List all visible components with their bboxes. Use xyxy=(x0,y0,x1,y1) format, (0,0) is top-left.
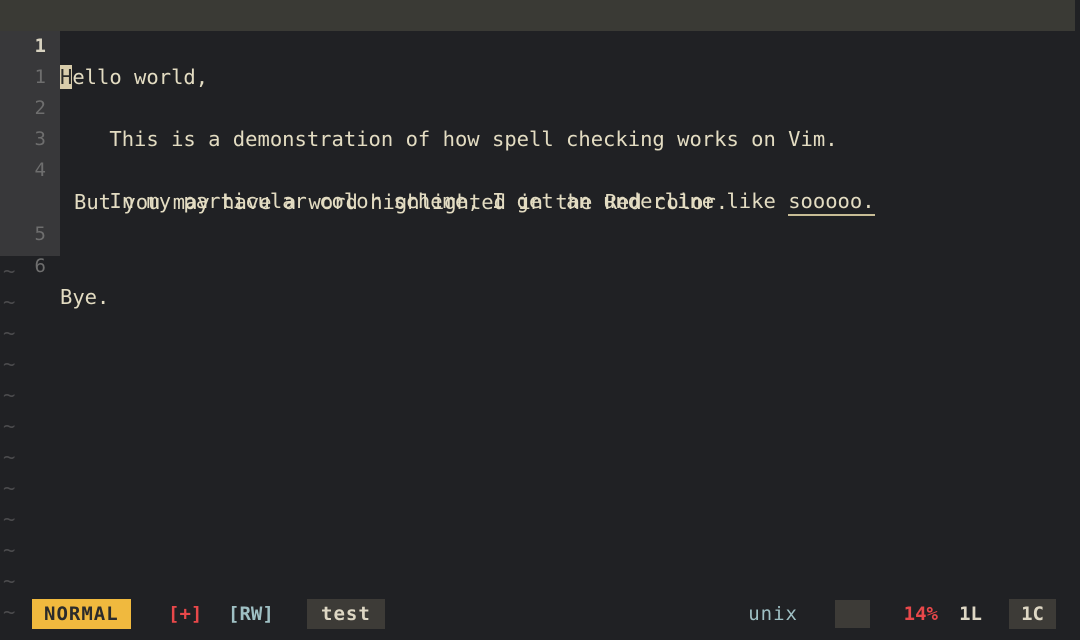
status-readwrite-flag: [RW] xyxy=(228,603,274,625)
empty-line-marker: ~ xyxy=(3,445,16,469)
empty-line-marker: ~ xyxy=(3,538,16,562)
status-column: 1C xyxy=(1009,599,1056,629)
editor-line-4[interactable]: 3 xyxy=(0,93,1080,150)
editor-line-7[interactable]: 6 Bye. xyxy=(0,220,1080,309)
status-mode-badge: NORMAL xyxy=(32,599,131,629)
editor-line-5[interactable]: 4 In my particular color scheme, I get a… xyxy=(0,124,1080,216)
vim-window: 1 Hello world, 1 2 This is a demonstrati… xyxy=(0,0,1080,640)
empty-line-marker: ~ xyxy=(3,321,16,345)
editor-line-5-wrapped[interactable]: But you may have a word highlighted in t… xyxy=(0,156,1080,214)
editor-text-area[interactable]: 1 Hello world, 1 2 This is a demonstrati… xyxy=(0,0,1080,624)
status-filetype-box xyxy=(835,600,870,628)
empty-line-marker: ~ xyxy=(3,507,16,531)
empty-line-marker: ~ xyxy=(3,352,16,376)
line-text-7: Bye. xyxy=(60,285,110,309)
status-scroll-percent: 14% xyxy=(903,603,938,625)
empty-line-marker: ~ xyxy=(3,569,16,593)
empty-line-marker: ~ xyxy=(3,414,16,438)
status-fileformat: unix xyxy=(748,603,798,625)
editor-line-3[interactable]: 2 This is a demonstration of how spell c… xyxy=(0,62,1080,151)
status-modified-flag: [+] xyxy=(168,603,203,625)
status-line: NORMAL [+] [RW] test unix 14% 1L 1C xyxy=(0,596,1080,632)
editor-line-1[interactable]: 1 Hello world, xyxy=(0,0,1080,89)
empty-line-marker: ~ xyxy=(3,383,16,407)
empty-line-marker: ~ xyxy=(3,259,16,283)
status-filename: test xyxy=(307,599,385,629)
empty-line-marker: ~ xyxy=(3,476,16,500)
editor-line-6[interactable]: 5 xyxy=(0,188,1080,245)
editor-line-2[interactable]: 1 xyxy=(0,31,1080,88)
empty-line-marker: ~ xyxy=(3,290,16,314)
status-total-lines: 1L xyxy=(959,603,982,625)
